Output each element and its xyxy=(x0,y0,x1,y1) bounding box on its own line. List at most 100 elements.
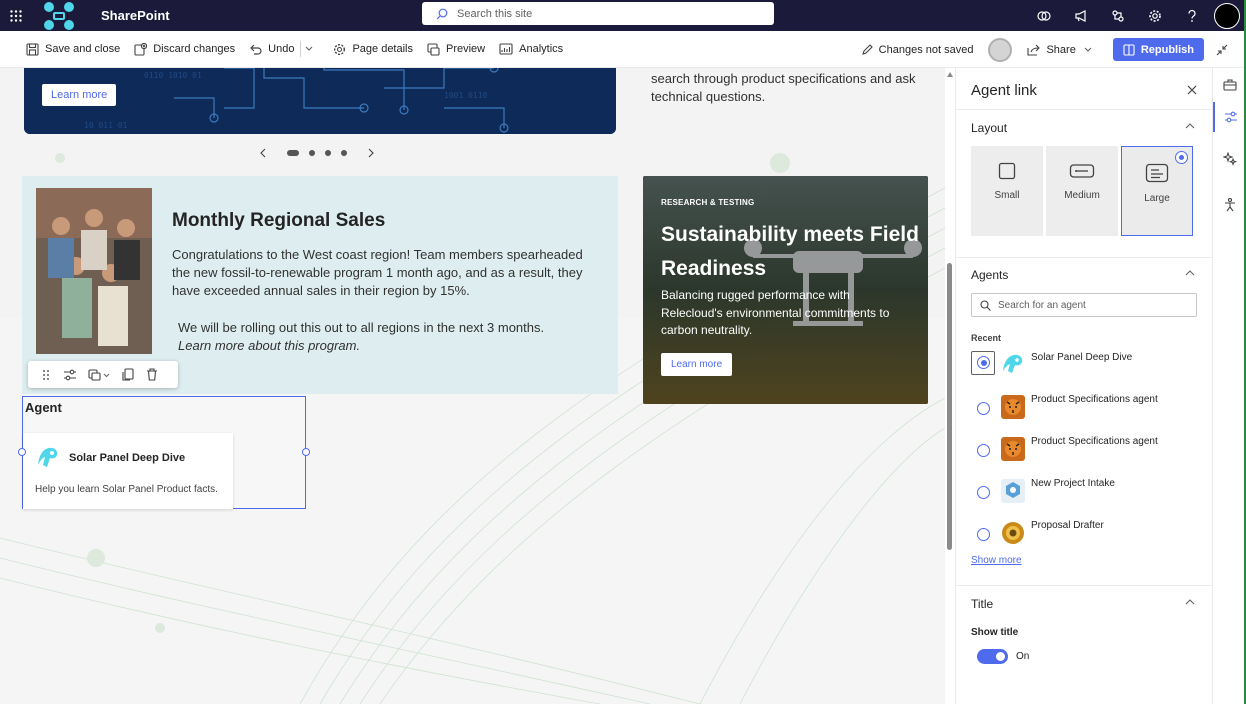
large-layout-icon xyxy=(1145,163,1169,183)
agent-option-name: Proposal Drafter xyxy=(1031,520,1104,531)
title-section-header[interactable]: Title xyxy=(971,597,993,611)
chevron-up-icon[interactable] xyxy=(1185,123,1195,129)
command-bar: Save and close Discard changes Undo Page… xyxy=(0,31,1246,68)
sales-followup-text: We will be rolling out this out to all r… xyxy=(178,320,545,335)
solar-agent-icon xyxy=(38,447,58,467)
agent-search-input[interactable]: Search for an agent xyxy=(971,293,1197,317)
discard-icon xyxy=(134,42,148,56)
chevron-left-icon[interactable] xyxy=(258,148,268,158)
agent-card[interactable]: Solar Panel Deep Dive Help you learn Sol… xyxy=(23,433,233,509)
layout-option-small[interactable]: Small xyxy=(971,146,1043,236)
save-and-close-button[interactable]: Save and close xyxy=(19,31,127,68)
agent-card-name: Solar Panel Deep Dive xyxy=(69,452,186,464)
team-photo xyxy=(36,188,152,354)
delete-icon[interactable] xyxy=(140,361,164,388)
layout-section-header[interactable]: Layout xyxy=(971,121,1007,135)
properties-icon[interactable] xyxy=(1213,102,1246,132)
agent-radio[interactable] xyxy=(977,402,990,415)
agent-option-name: New Project Intake xyxy=(1031,478,1115,489)
page-canvas: 0110 1010 01 1001 0110 10 011 01 Learn mor… xyxy=(0,68,945,704)
chevron-up-icon[interactable] xyxy=(1185,270,1195,276)
agent-option[interactable]: Product Specifications agent xyxy=(971,436,1201,470)
sales-learn-more-link[interactable]: Learn more about this program. xyxy=(178,337,598,355)
tiger-agent-icon xyxy=(1001,437,1025,461)
hex-agent-icon xyxy=(1001,479,1025,503)
undo-button[interactable]: Undo xyxy=(242,31,326,68)
show-title-toggle[interactable] xyxy=(977,649,1008,664)
duplicate-icon[interactable] xyxy=(116,361,140,388)
agent-radio[interactable] xyxy=(977,528,990,541)
resize-handle-left[interactable] xyxy=(18,448,26,456)
resize-handle-right[interactable] xyxy=(302,448,310,456)
agent-radio[interactable] xyxy=(977,444,990,457)
canvas-scrollbar[interactable] xyxy=(945,68,955,704)
save-status-label: Changes not saved xyxy=(878,43,974,56)
share-button[interactable]: Share xyxy=(1020,31,1104,68)
chevron-down-icon xyxy=(306,46,313,51)
share-network-icon[interactable] xyxy=(1099,0,1136,31)
carousel-dot-3[interactable] xyxy=(325,150,331,156)
hero-learn-more-button[interactable]: Learn more xyxy=(42,84,117,106)
carousel-dot-2[interactable] xyxy=(309,150,315,156)
agent-webpart-title[interactable]: Agent xyxy=(25,400,62,415)
layout-option-medium-label: Medium xyxy=(1064,190,1100,201)
preview-label: Preview xyxy=(446,43,486,55)
agents-section-header[interactable]: Agents xyxy=(971,268,1008,282)
agent-webpart[interactable]: Agent Solar Panel Deep Dive Help you lea… xyxy=(18,396,310,509)
close-icon[interactable] xyxy=(1187,85,1197,95)
preview-button[interactable]: Preview xyxy=(420,31,492,68)
chevron-right-icon[interactable] xyxy=(366,148,376,158)
show-more-link[interactable]: Show more xyxy=(971,555,1022,566)
user-avatar[interactable] xyxy=(1214,2,1240,29)
analytics-icon xyxy=(499,43,513,55)
app-name[interactable]: SharePoint xyxy=(101,8,170,23)
discard-changes-label: Discard changes xyxy=(153,43,236,55)
analytics-label: Analytics xyxy=(519,43,564,55)
gear-icon[interactable] xyxy=(1136,0,1173,31)
accessibility-icon[interactable] xyxy=(1213,190,1246,220)
sun-agent-icon xyxy=(1002,522,1024,544)
editor-avatar[interactable] xyxy=(988,37,1013,62)
promo-learn-more-button[interactable]: Learn more xyxy=(661,353,733,376)
agent-option[interactable]: Product Specifications agent xyxy=(971,394,1201,428)
analytics-button[interactable]: Analytics xyxy=(492,31,570,68)
agent-radio[interactable] xyxy=(977,356,990,369)
republish-button[interactable]: Republish xyxy=(1112,38,1204,61)
toolbox-icon[interactable] xyxy=(1213,70,1246,100)
discard-changes-button[interactable]: Discard changes xyxy=(127,31,242,68)
page-details-label: Page details xyxy=(352,43,413,55)
save-icon xyxy=(26,42,39,56)
page-details-button[interactable]: Page details xyxy=(326,31,420,68)
share-label: Share xyxy=(1046,43,1076,56)
copy-webpart-icon[interactable] xyxy=(82,361,116,388)
design-ideas-icon[interactable] xyxy=(1213,144,1246,174)
carousel-dot-1[interactable] xyxy=(287,150,299,156)
carousel-dot-4[interactable] xyxy=(341,150,347,156)
agent-option[interactable]: Solar Panel Deep Dive xyxy=(971,351,1201,385)
search-icon xyxy=(980,299,991,311)
layout-option-large[interactable]: Large xyxy=(1121,146,1193,236)
agent-option[interactable]: New Project Intake xyxy=(971,478,1201,512)
scroll-up-arrow[interactable] xyxy=(947,72,953,77)
edit-properties-icon[interactable] xyxy=(58,361,82,388)
collapse-icon[interactable] xyxy=(1204,31,1246,68)
help-icon[interactable] xyxy=(1173,0,1210,31)
chevron-up-icon[interactable] xyxy=(1185,599,1195,605)
republish-label: Republish xyxy=(1140,43,1194,56)
copilot-icon[interactable] xyxy=(1025,0,1062,31)
hero-side-text: search through product specifications an… xyxy=(651,71,916,104)
waffle-icon[interactable] xyxy=(0,0,32,31)
book-icon xyxy=(1123,43,1135,56)
agent-radio[interactable] xyxy=(977,486,990,499)
scroll-thumb[interactable] xyxy=(947,263,952,550)
tiger-agent-icon xyxy=(1001,395,1025,419)
layout-option-medium[interactable]: Medium xyxy=(1046,146,1118,236)
megaphone-icon[interactable] xyxy=(1062,0,1099,31)
site-logo-icon[interactable] xyxy=(42,0,76,31)
site-search-input[interactable]: Search this site xyxy=(422,2,774,25)
drag-handle-icon[interactable] xyxy=(34,361,58,388)
recent-label: Recent xyxy=(971,333,1002,343)
agent-option[interactable]: Proposal Drafter xyxy=(971,520,1201,554)
solar-agent-icon xyxy=(1003,354,1023,373)
webpart-toolbar xyxy=(28,361,178,388)
